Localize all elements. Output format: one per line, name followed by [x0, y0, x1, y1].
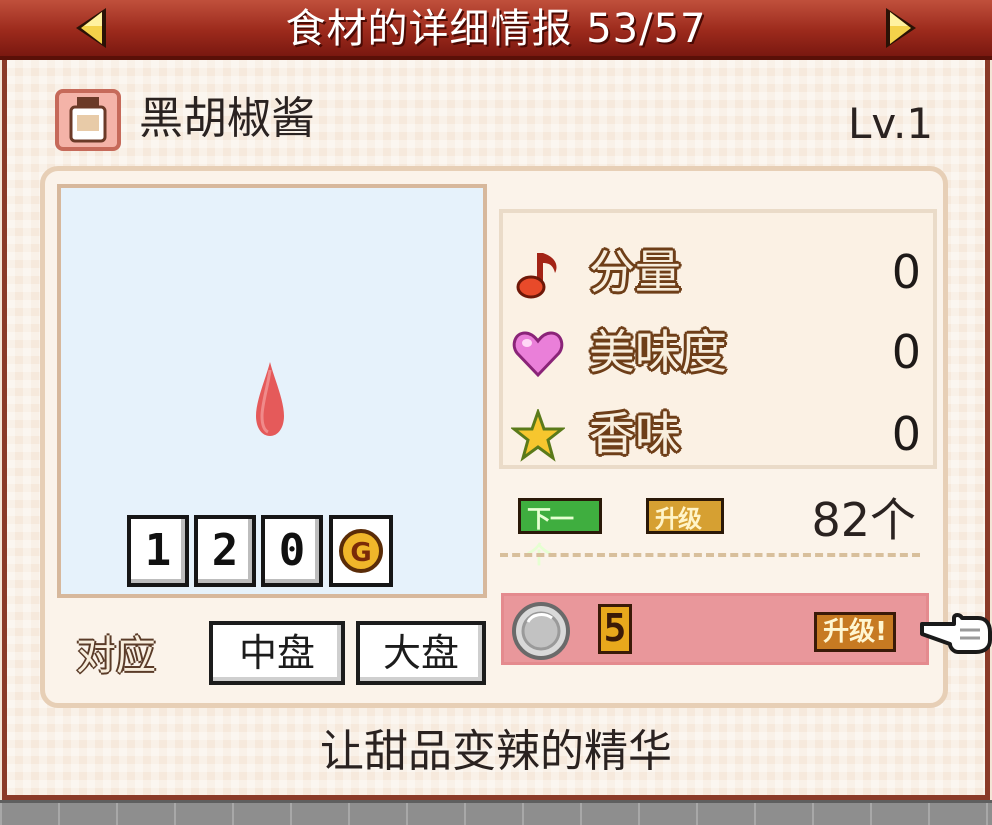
stat-taste: 美味度 0	[503, 317, 933, 387]
stat-aroma: 香味 0	[503, 399, 933, 469]
price-digit: 2	[194, 515, 256, 587]
sauce-drop-icon	[256, 362, 284, 436]
pointing-hand-icon	[920, 613, 992, 654]
upgrade-button[interactable]: 5 升级!	[501, 593, 929, 665]
large-plate-tag: 大盘	[356, 621, 486, 685]
price-digit: 1	[127, 515, 189, 587]
ingredient-description: 让甜品变辣的精华	[320, 726, 672, 777]
stat-quantity: 分量 0	[503, 237, 933, 307]
next-arrow-icon[interactable]	[880, 6, 920, 50]
upgrade-small-label: 升级	[646, 498, 724, 534]
music-note-icon	[516, 253, 557, 299]
stats-panel: 分量 0 美味度 0 香味 0	[499, 209, 937, 469]
header-bar: 食材的详细情报 53/57	[0, 0, 992, 60]
ingredient-level: Lv.1	[848, 99, 934, 148]
silver-coin-icon	[512, 602, 570, 660]
gold-coin-g-icon: G	[329, 515, 393, 587]
heart-icon	[512, 331, 564, 378]
price-digit: 0	[261, 515, 323, 587]
stat-value: 0	[891, 245, 921, 299]
upgrade-cost: 5	[598, 604, 632, 654]
stat-label: 香味	[589, 407, 681, 461]
medium-plate-tag: 中盘	[209, 621, 345, 685]
divider	[500, 553, 920, 557]
ingredient-name: 黑胡椒酱	[139, 93, 315, 144]
page-title: 食材的详细情报 53/57	[285, 6, 707, 52]
svg-text:G: G	[350, 538, 371, 568]
floor-strip	[0, 800, 992, 825]
sauce-jar-icon	[55, 89, 121, 151]
next-upgrade-row: 下一个 升级 82个	[510, 490, 930, 569]
stat-label: 分量	[589, 245, 681, 299]
stat-value: 0	[891, 325, 921, 379]
plate-fit-label: 对应	[76, 633, 156, 679]
stat-label: 美味度	[589, 325, 727, 379]
upgrade-label: 升级!	[814, 612, 896, 652]
stat-value: 0	[891, 407, 921, 461]
ingredient-name-row: 黑胡椒酱	[55, 87, 955, 151]
upgrade-count: 82个	[811, 493, 916, 547]
star-icon	[511, 409, 565, 462]
next-label: 下一个	[518, 498, 602, 569]
